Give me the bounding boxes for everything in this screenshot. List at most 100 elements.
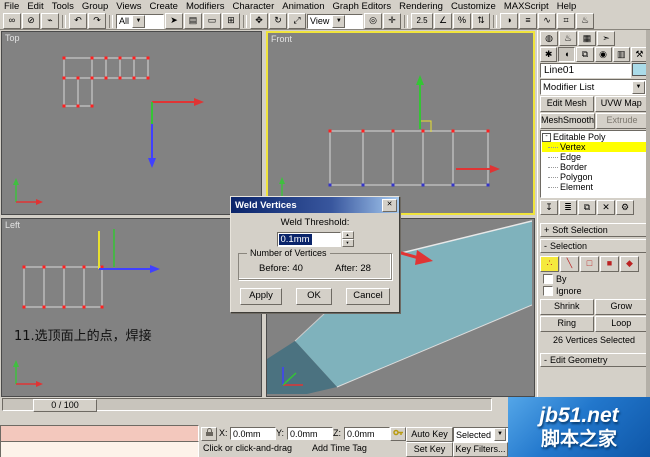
quick-render-icon[interactable]: ➣ xyxy=(597,31,615,46)
select-scale-icon[interactable]: ⤢ xyxy=(288,13,306,29)
curve-editor-icon[interactable]: ∿ xyxy=(538,13,556,29)
uvw-map-button[interactable]: UVW Map xyxy=(594,96,648,112)
key-filters-button[interactable]: Key Filters... xyxy=(453,442,508,457)
render-scene-icon[interactable]: ♨ xyxy=(576,13,594,29)
percent-snap-icon[interactable]: % xyxy=(453,13,471,29)
auto-key-button[interactable]: Auto Key xyxy=(406,427,453,442)
menu-help[interactable]: Help xyxy=(553,0,581,13)
menu-group[interactable]: Group xyxy=(78,0,112,13)
menu-file[interactable]: File xyxy=(0,0,23,13)
tab-modify-icon[interactable]: ◖ xyxy=(558,47,576,62)
rollout-edit-geometry[interactable]: - Edit Geometry xyxy=(540,353,648,367)
snap-toggle-icon[interactable]: 2.5 xyxy=(411,13,433,29)
element-icon[interactable]: ◆ xyxy=(620,256,639,272)
select-by-name-icon[interactable]: ▤ xyxy=(184,13,202,29)
polygon-icon[interactable]: ■ xyxy=(600,256,619,272)
panel-scrollbar[interactable] xyxy=(646,30,650,397)
by-vertex-checkbox[interactable] xyxy=(543,274,553,284)
menu-animation[interactable]: Animation xyxy=(278,0,328,13)
extrude-button[interactable]: Extrude xyxy=(596,113,648,129)
rollout-soft-selection[interactable]: + Soft Selection xyxy=(540,223,648,237)
redo-icon[interactable]: ↷ xyxy=(88,13,106,29)
menu-customize[interactable]: Customize xyxy=(447,0,500,13)
stack-item-vertex[interactable]: Vertex xyxy=(542,142,646,152)
dialog-titlebar[interactable]: Weld Vertices ✕ xyxy=(231,197,399,213)
shrink-button[interactable]: Shrink xyxy=(540,299,594,315)
select-move-icon[interactable]: ✥ xyxy=(250,13,268,29)
use-center-icon[interactable]: ◎ xyxy=(364,13,382,29)
viewport-front[interactable]: Front xyxy=(266,31,535,215)
weld-threshold-input[interactable]: 0.1mm xyxy=(276,231,341,247)
menu-maxscript[interactable]: MAXScript xyxy=(500,0,553,13)
apply-button[interactable]: Apply xyxy=(240,288,282,305)
stack-item-edge[interactable]: Edge xyxy=(542,152,646,162)
render-scene-icon[interactable]: ♨ xyxy=(559,31,577,46)
tab-display-icon[interactable]: ▥ xyxy=(612,47,630,62)
menu-views[interactable]: Views xyxy=(112,0,145,13)
select-object-icon[interactable]: ➤ xyxy=(165,13,183,29)
ignore-backfacing-checkbox[interactable] xyxy=(543,286,553,296)
remove-modifier-icon[interactable]: ✕ xyxy=(597,200,615,215)
tab-create-icon[interactable]: ✱ xyxy=(540,47,558,62)
window-crossing-icon[interactable]: ⊞ xyxy=(222,13,240,29)
tab-hierarchy-icon[interactable]: ⧉ xyxy=(576,47,594,62)
set-key-mode-icon[interactable] xyxy=(390,427,406,441)
pin-stack-icon[interactable]: ↧ xyxy=(540,200,558,215)
spinner-up-icon[interactable]: ▲ xyxy=(341,231,354,239)
align-icon[interactable]: ≡ xyxy=(519,13,537,29)
x-coordinate-field[interactable] xyxy=(230,427,276,440)
coord-system-dropdown[interactable]: View ▼ xyxy=(307,13,363,29)
menu-create[interactable]: Create xyxy=(145,0,182,13)
menu-tools[interactable]: Tools xyxy=(48,0,78,13)
chevron-down-icon[interactable]: ▼ xyxy=(494,428,506,441)
stack-item-border[interactable]: Border xyxy=(542,162,646,172)
menu-graph-editors[interactable]: Graph Editors xyxy=(328,0,395,13)
spinner-snap-icon[interactable]: ⇅ xyxy=(472,13,490,29)
viewport-left[interactable]: Left 11.选顶面上的点，焊接 xyxy=(1,218,262,397)
collapse-icon[interactable]: - xyxy=(542,132,551,142)
ring-button[interactable]: Ring xyxy=(540,316,594,332)
object-name-field[interactable]: Line01 xyxy=(540,63,631,78)
key-selection-dropdown[interactable]: Selected ▼ xyxy=(453,427,509,442)
stack-item-element[interactable]: Element xyxy=(542,182,646,192)
time-slider-handle[interactable]: 0 / 100 xyxy=(33,399,97,412)
add-time-tag[interactable]: Add Time Tag xyxy=(312,443,367,453)
render-type-icon[interactable]: ▦ xyxy=(578,31,596,46)
mirror-icon[interactable]: ◑ xyxy=(500,13,518,29)
vertex-icon[interactable]: ∴ xyxy=(540,256,559,272)
schematic-view-icon[interactable]: ⌗ xyxy=(557,13,575,29)
maxscript-listener-output[interactable] xyxy=(0,441,199,457)
cancel-button[interactable]: Cancel xyxy=(346,288,390,305)
meshsmooth-button[interactable]: MeshSmooth xyxy=(540,113,596,129)
stack-item-polygon[interactable]: Polygon xyxy=(542,172,646,182)
material-editor-icon[interactable]: ◍ xyxy=(540,31,558,46)
ok-button[interactable]: OK xyxy=(296,288,332,305)
set-key-button[interactable]: Set Key xyxy=(406,442,453,457)
y-coordinate-field[interactable] xyxy=(287,427,333,440)
stack-item-root[interactable]: - Editable Poly xyxy=(542,132,646,142)
chevron-down-icon[interactable]: ▼ xyxy=(632,80,645,94)
chevron-down-icon[interactable]: ▼ xyxy=(332,14,346,28)
close-icon[interactable]: ✕ xyxy=(382,198,397,212)
menu-edit[interactable]: Edit xyxy=(23,0,47,13)
viewport-top[interactable]: Top xyxy=(1,31,262,215)
edge-icon[interactable]: ╲ xyxy=(560,256,579,272)
menu-modifiers[interactable]: Modifiers xyxy=(182,0,229,13)
link-icon[interactable]: ∞ xyxy=(3,13,21,29)
grow-button[interactable]: Grow xyxy=(594,299,648,315)
lock-selection-icon[interactable] xyxy=(201,427,217,441)
region-select-icon[interactable]: ▭ xyxy=(203,13,221,29)
make-unique-icon[interactable]: ⧉ xyxy=(578,200,596,215)
menu-rendering[interactable]: Rendering xyxy=(395,0,447,13)
configure-icon[interactable]: ⚙ xyxy=(616,200,634,215)
border-icon[interactable]: □ xyxy=(580,256,599,272)
unlink-icon[interactable]: ⊘ xyxy=(22,13,40,29)
loop-button[interactable]: Loop xyxy=(594,316,648,332)
spinner-down-icon[interactable]: ▼ xyxy=(341,239,354,247)
edit-mesh-button[interactable]: Edit Mesh xyxy=(540,96,594,112)
show-end-result-icon[interactable]: ≣ xyxy=(559,200,577,215)
modifier-list-dropdown[interactable]: Modifier List ▼ xyxy=(540,79,648,95)
chevron-down-icon[interactable]: ▼ xyxy=(132,14,146,28)
menu-character[interactable]: Character xyxy=(229,0,279,13)
rollout-selection[interactable]: - Selection xyxy=(540,239,648,253)
